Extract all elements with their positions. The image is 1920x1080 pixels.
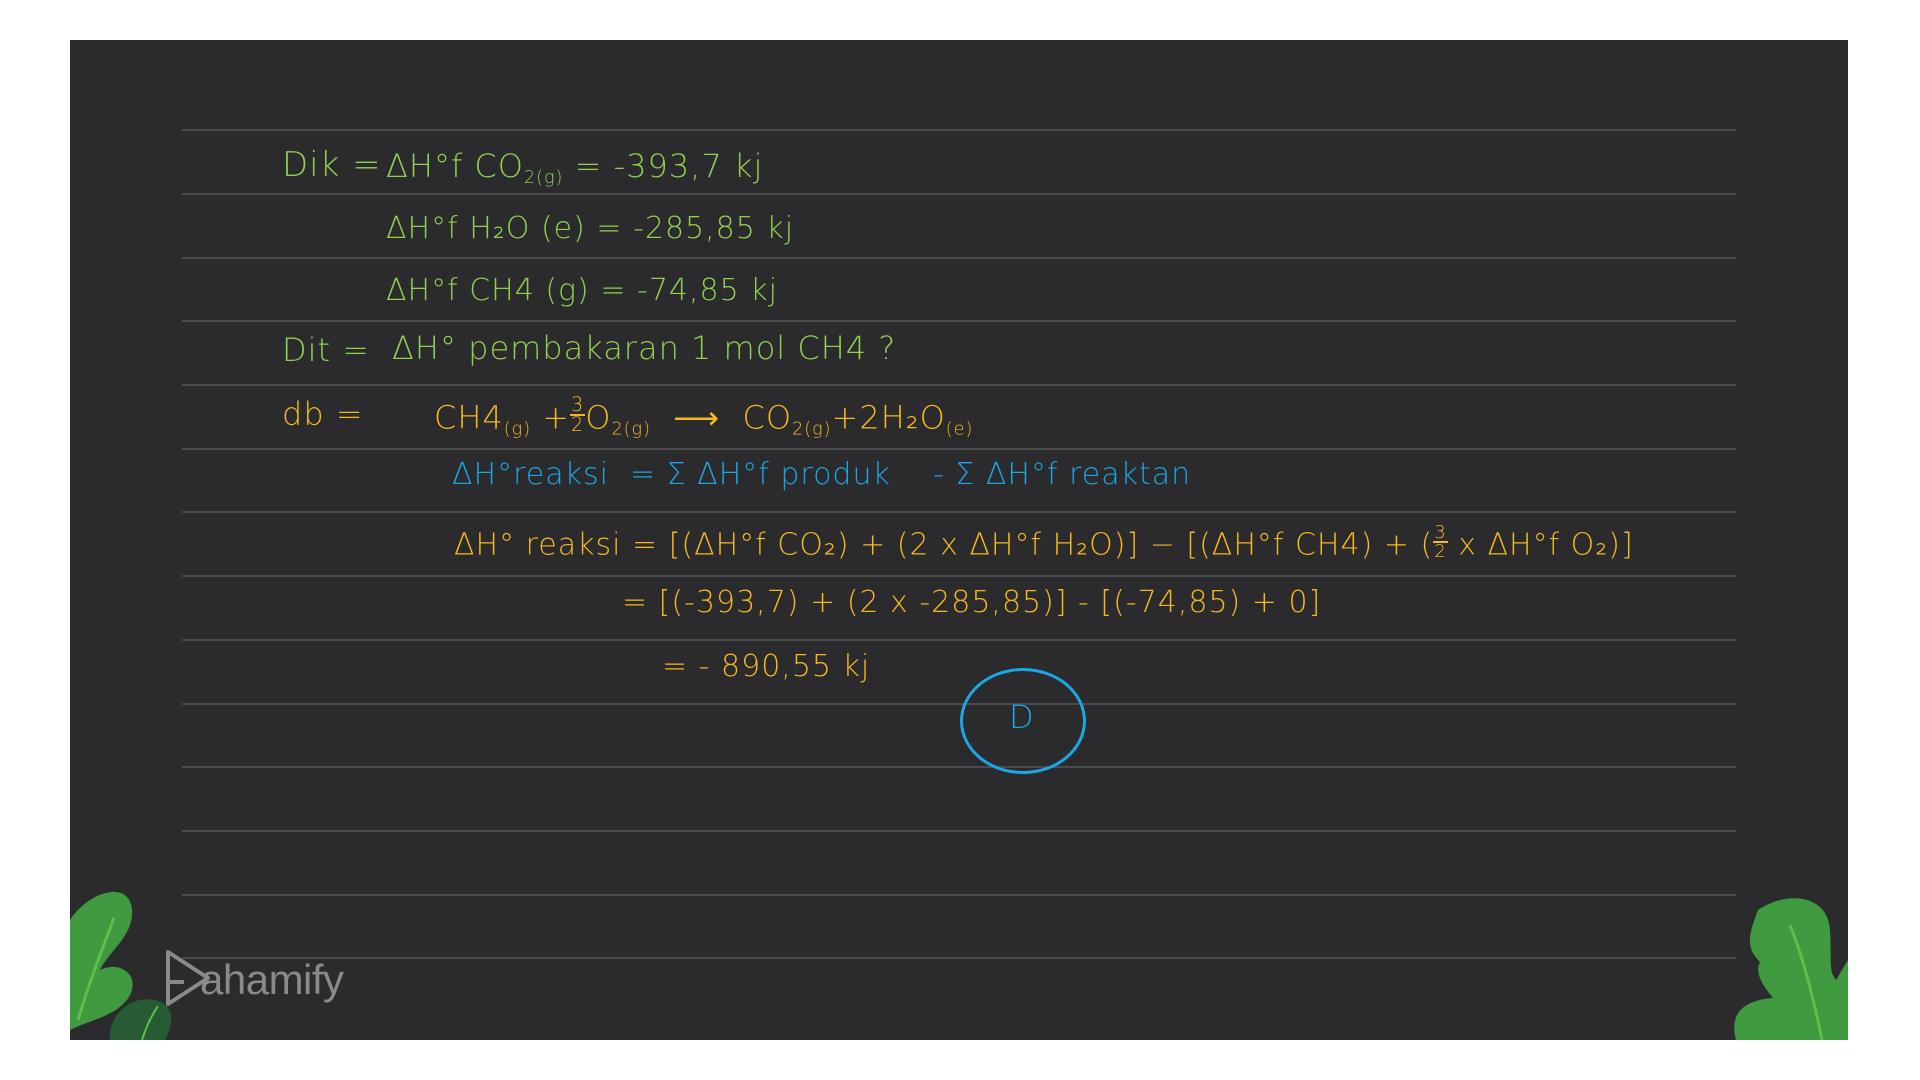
equals: = [574,147,603,185]
rule-line [182,384,1736,386]
rule-line [182,448,1736,450]
answer-choice: D [1009,698,1034,736]
step1-rhs-tail: x ΔH°f O₂)] [1447,527,1634,563]
question-label: Dit = [282,331,371,369]
species: H₂O [469,211,531,246]
rule-line [182,703,1736,705]
phase: (g) [804,419,832,440]
subscript: 2 [523,168,537,189]
whiteboard: Dik = ΔH°f CO2(g) = -393,7 kj ΔH°f H₂O (… [70,40,1848,1040]
value: -74,85 kj [637,273,778,308]
rule-line [182,575,1736,577]
value: -393,7 kj [613,147,764,185]
brand-logo: ahamify [162,948,344,1012]
brand-name: ahamify [200,956,344,1003]
product-h2o: 2H₂O [859,398,946,437]
equals: = [600,273,627,308]
reaction-arrow: ⟶ [673,398,721,437]
species: CO [474,147,524,185]
plus: + [831,398,860,437]
phase: (g) [536,168,564,189]
rule-line [182,894,1736,896]
enthalpy-formula: ΔH°reaksi = Σ ΔH°f produk - Σ ΔH°f reakt… [452,460,1191,490]
reaction-equation: CH4(g) +3 2 O2(g) ⟶ CO2(g)+2H₂O(e) [434,393,974,440]
known-item-h2o: ΔH°f H₂O (e) = -285,85 kj [386,214,794,244]
phase: (e) [945,419,974,440]
known-label: Dik = [282,145,382,185]
rule-line [182,830,1736,832]
step1-rhs: = [(ΔH°f CO₂) + (2 x ΔH°f H₂O)] − [(ΔH°f… [632,527,1434,563]
coefficient-fraction: 32 [570,393,586,437]
step1-lhs: ΔH° reaksi [454,527,622,563]
phase: (e) [540,211,586,246]
question-text: ΔH° pembakaran 1 mol CH4 ? [392,329,897,367]
subscript: 2 [792,419,805,440]
calculation-step-1: ΔH° reaksi = [(ΔH°f CO₂) + (2 x ΔH°f H₂O… [454,522,1634,563]
rule-line [182,766,1736,768]
rule-line [182,320,1736,322]
rule-line [182,511,1736,513]
leaf-decoration-right-icon [1734,898,1848,1040]
symbol: ΔH°f [386,273,459,308]
reactant-ch4: CH4 [434,398,504,437]
rule-line [182,257,1736,259]
rule-line [182,639,1736,641]
rule-line [182,193,1736,195]
known-item-co2: ΔH°f CO2(g) = -393,7 kj [386,150,763,188]
value: -285,85 kj [633,211,795,246]
rule-line [182,129,1736,131]
formula-rhs-reactants: - Σ ΔH°f reaktan [933,457,1192,492]
rule-line [182,957,1736,959]
phase: (g) [503,419,532,440]
subscript: 2 [611,419,624,440]
formula-rhs: = Σ ΔH°f produk [630,457,891,492]
calculation-step-2: = [(-393,7) + (2 x -285,85)] - [(-74,85)… [622,585,1322,620]
product-co2: CO [742,398,793,437]
fraction: 32 [1433,522,1448,563]
species: CH4 [469,273,535,308]
symbol: ΔH°f [386,211,459,246]
phase: (g) [623,419,651,440]
calculation-result: = - 890,55 kj [662,649,871,684]
formula-lhs: ΔH°reaksi [452,457,609,492]
phase: (g) [545,273,590,308]
reactant-o2: O [585,398,612,437]
plus: + [542,398,571,437]
equals: = [596,211,623,246]
answer-label: db = [282,395,364,433]
known-item-ch4: ΔH°f CH4 (g) = -74,85 kj [386,276,778,306]
symbol: ΔH°f [386,147,464,185]
